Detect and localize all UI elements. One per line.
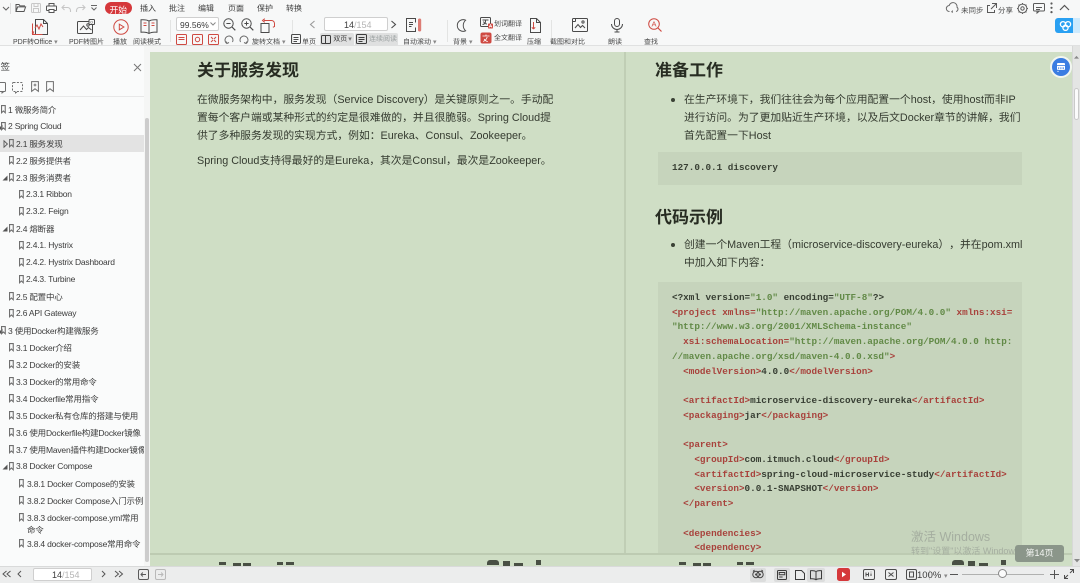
- svg-text:A: A: [652, 20, 657, 29]
